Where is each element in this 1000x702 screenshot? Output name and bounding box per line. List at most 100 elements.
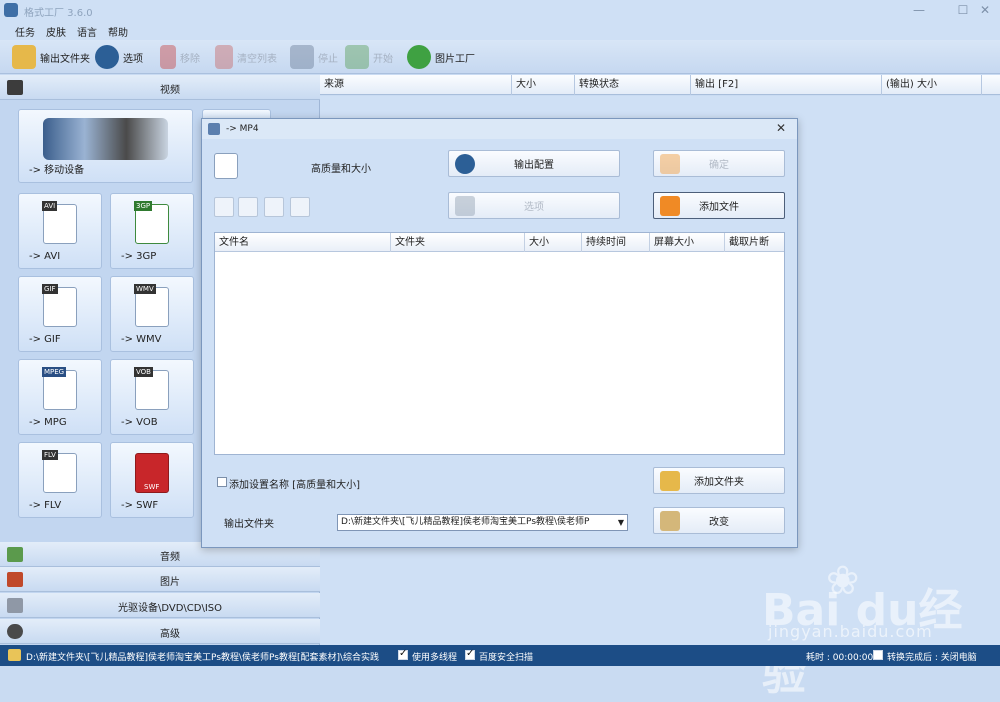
wmv-icon: WMV xyxy=(134,284,169,327)
clip-icon xyxy=(455,196,475,216)
category-rom[interactable]: 光驱设备\DVD\CD\ISO xyxy=(0,593,320,618)
col-source[interactable]: 来源 xyxy=(320,75,512,95)
arrow-right-icon xyxy=(660,154,680,174)
add-file-button[interactable]: 添加文件 xyxy=(653,192,785,219)
col-filename[interactable]: 文件名 xyxy=(215,233,391,252)
remove-file-icon[interactable] xyxy=(214,197,234,217)
tile-gif[interactable]: GIF -> GIF xyxy=(18,276,102,352)
picture-factory-label: 图片工厂 xyxy=(435,53,475,65)
tile-avi[interactable]: AVI -> AVI xyxy=(18,193,102,269)
avi-icon: AVI xyxy=(42,201,77,244)
col-clip[interactable]: 截取片断 xyxy=(725,233,784,252)
remove-label: 移除 xyxy=(180,53,200,65)
baidu-scan-label: 百度安全扫描 xyxy=(479,653,534,663)
add-folder-button[interactable]: 添加文件夹 xyxy=(653,467,785,494)
output-folder-select[interactable]: D:\新建文件夹\[飞儿精品教程]侯老师淘宝美工Ps教程\侯老师P ▼ xyxy=(337,514,628,531)
after-convert-checkbox[interactable] xyxy=(873,650,883,660)
col-screen-size[interactable]: 屏幕大小 xyxy=(650,233,725,252)
3gp-icon: 3GP xyxy=(134,201,169,244)
vob-icon: VOB xyxy=(134,367,169,410)
tile-avi-label: -> AVI xyxy=(29,251,61,262)
category-picture[interactable]: 图片 xyxy=(0,567,320,592)
tile-flv-label: -> FLV xyxy=(29,500,62,511)
window-title: 格式工厂 3.6.0 xyxy=(24,8,93,19)
menu-language[interactable]: 语言 xyxy=(77,24,97,39)
clear-list-button[interactable]: 清空列表 xyxy=(215,44,277,70)
tile-mpg[interactable]: MPEG -> MPG xyxy=(18,359,102,435)
tile-3gp[interactable]: 3GP -> 3GP xyxy=(110,193,194,269)
baidu-watermark-url: jingyan.baidu.com xyxy=(768,622,933,641)
quality-label: 高质量和大小 xyxy=(311,164,371,175)
play-icon[interactable] xyxy=(264,197,284,217)
status-bar: D:\新建文件夹\[飞儿精品教程]侯老师淘宝美工Ps教程\侯老师Ps教程[配套素… xyxy=(0,645,1000,666)
tile-swf[interactable]: SWF -> SWF xyxy=(110,442,194,518)
dialog-app-icon xyxy=(208,123,220,135)
tile-flv[interactable]: FLV -> FLV xyxy=(18,442,102,518)
tile-gif-label: -> GIF xyxy=(29,334,61,345)
dialog-close-icon[interactable]: ✕ xyxy=(776,121,786,135)
remove-icon xyxy=(160,45,176,69)
clear-files-icon[interactable] xyxy=(238,197,258,217)
mobile-devices-icon xyxy=(43,118,168,160)
mp4-file-icon xyxy=(214,153,238,179)
col-duration[interactable]: 持续时间 xyxy=(582,233,650,252)
clear-icon xyxy=(215,45,233,69)
category-picture-label: 图片 xyxy=(160,577,180,588)
minimize-button[interactable]: — xyxy=(906,2,932,18)
ok-button[interactable]: 确定 xyxy=(653,150,785,177)
output-folder-label: 输出文件夹 xyxy=(40,53,90,65)
menu-skin[interactable]: 皮肤 xyxy=(46,24,66,39)
folder-icon xyxy=(12,45,36,69)
col-output[interactable]: 输出 [F2] xyxy=(691,75,882,95)
col-output-size[interactable]: (输出) 大小 xyxy=(882,75,982,95)
remove-button[interactable]: 移除 xyxy=(160,44,200,70)
title-bar: 格式工厂 3.6.0 — ☐ ✕ xyxy=(0,0,1000,20)
category-rom-label: 光驱设备\DVD\CD\ISO xyxy=(117,603,223,614)
output-folder-button[interactable]: 输出文件夹 xyxy=(12,44,90,70)
info-icon[interactable] xyxy=(290,197,310,217)
close-button[interactable]: ✕ xyxy=(972,2,998,18)
dialog-options-button[interactable]: 选项 xyxy=(448,192,620,219)
col-size[interactable]: 大小 xyxy=(512,75,575,95)
toolbar: 输出文件夹 选项 移除 清空列表 停止 开始 图片工厂 xyxy=(0,40,1000,74)
col-status[interactable]: 转换状态 xyxy=(575,75,691,95)
picture-factory-icon xyxy=(407,45,431,69)
change-button[interactable]: 改变 xyxy=(653,507,785,534)
gear-icon xyxy=(455,154,475,174)
menu-help[interactable]: 帮助 xyxy=(108,24,128,39)
col-file-size[interactable]: 大小 xyxy=(525,233,582,252)
stop-label: 停止 xyxy=(318,53,338,65)
change-folder-icon xyxy=(660,511,680,531)
output-config-button[interactable]: 输出配置 xyxy=(448,150,620,177)
dialog-file-table[interactable]: 文件名 文件夹 大小 持续时间 屏幕大小 截取片断 xyxy=(214,232,785,455)
add-setting-name-checkbox[interactable] xyxy=(217,477,227,487)
options-button[interactable]: 选项 xyxy=(95,44,143,70)
tile-mpg-label: -> MPG xyxy=(29,417,67,428)
picture-factory-button[interactable]: 图片工厂 xyxy=(407,44,475,70)
gear-icon xyxy=(95,45,119,69)
output-path-value: D:\新建文件夹\[飞儿精品教程]侯老师淘宝美工Ps教程\侯老师P xyxy=(341,517,590,527)
menu-task[interactable]: 任务 xyxy=(15,24,35,39)
category-advanced[interactable]: 高级 xyxy=(0,619,320,644)
tile-vob[interactable]: VOB -> VOB xyxy=(110,359,194,435)
after-convert-label: 转换完成后 : 关闭电脑 xyxy=(887,653,977,663)
start-button[interactable]: 开始 xyxy=(345,44,393,70)
start-label: 开始 xyxy=(373,53,393,65)
category-video[interactable]: 视频 xyxy=(0,75,320,100)
stop-button[interactable]: 停止 xyxy=(290,44,338,70)
tile-vob-label: -> VOB xyxy=(121,417,158,428)
multithread-label: 使用多线程 xyxy=(412,653,458,663)
dialog-title: -> MP4 xyxy=(226,124,259,134)
category-audio-label: 音频 xyxy=(160,552,180,563)
tile-wmv[interactable]: WMV -> WMV xyxy=(110,276,194,352)
category-video-label: 视频 xyxy=(160,85,180,96)
col-folder[interactable]: 文件夹 xyxy=(391,233,525,252)
multithread-checkbox[interactable] xyxy=(398,648,408,660)
task-table-header: 来源 大小 转换状态 输出 [F2] (输出) 大小 xyxy=(320,75,1000,95)
chevron-down-icon: ▼ xyxy=(617,518,624,527)
folder-icon[interactable] xyxy=(8,649,21,661)
swf-icon: SWF xyxy=(135,453,169,493)
baidu-scan-checkbox[interactable] xyxy=(465,648,475,660)
tile-mobile-device[interactable]: -> 移动设备 xyxy=(18,109,193,183)
app-icon xyxy=(4,3,18,17)
